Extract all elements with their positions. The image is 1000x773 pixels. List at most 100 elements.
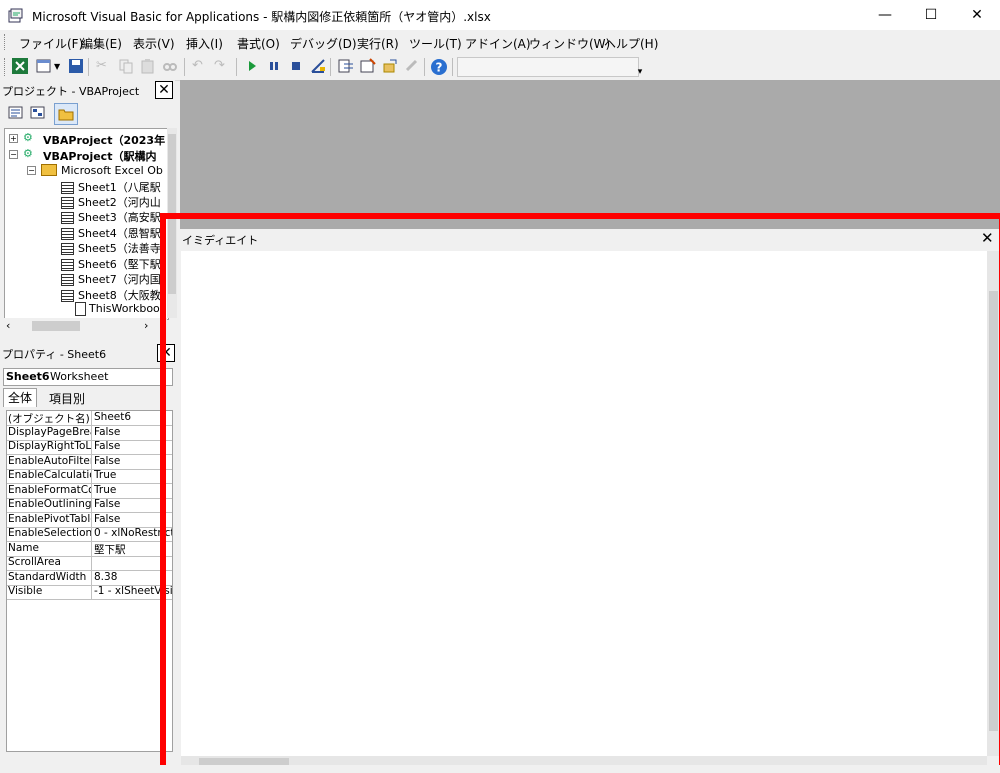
menu-edit[interactable]: 編集(E) [81,35,122,52]
find-icon[interactable] [162,58,178,74]
standard-toolbar: ▼ ✂ ↶ ↷ ? ▾ [0,54,1000,81]
menu-grip[interactable] [4,34,8,50]
property-row[interactable]: (オブジェクト名) Sheet6 [7,411,172,426]
project-panel-close-icon[interactable]: ✕ [155,81,173,99]
redo-icon[interactable]: ↷ [214,58,230,74]
property-row[interactable]: ScrollArea [7,556,172,571]
paste-icon[interactable] [140,58,156,74]
object-selector[interactable]: Sheet6 Worksheet [3,368,173,386]
property-row[interactable]: EnableSelection0 - xlNoRestrictions [7,527,172,542]
menu-window[interactable]: ウィンドウ(W) [529,35,610,52]
dropdown-arrow-icon[interactable]: ▼ [54,62,60,71]
tree-node-sheet7[interactable]: Sheet7（河内国 [61,271,161,286]
vba-project-icon: ⚙ [23,131,33,144]
tree-node-thisworkbook[interactable]: ThisWorkbook [75,302,166,317]
menu-debug[interactable]: デバッグ(D) [290,35,357,52]
property-row[interactable]: StandardWidth 8.38 [7,570,172,586]
property-row[interactable]: Visible-1 - xlSheetVisible [7,585,172,600]
property-name: ScrollArea [8,556,92,570]
properties-window-icon[interactable] [360,58,376,74]
close-button[interactable]: ✕ [954,0,1000,30]
property-row[interactable]: EnablePivotTable False [7,512,172,528]
view-code-icon[interactable] [8,106,24,120]
project-tree-horizontal-scrollbar[interactable]: ‹ › [4,318,167,334]
toolbar-grip[interactable] [4,58,8,76]
worksheet-icon [61,182,74,194]
property-name: EnableOutlining [8,498,92,512]
property-name: Visible [8,585,92,599]
help-icon[interactable]: ? [430,58,447,75]
property-name: EnableSelection [8,527,92,541]
folder-icon [41,164,57,176]
run-icon[interactable] [244,58,260,74]
menu-format[interactable]: 書式(O) [237,35,280,52]
property-row[interactable]: EnableOutlining False [7,498,172,513]
window-title: Microsoft Visual Basic for Applications … [32,10,491,24]
menu-file[interactable]: ファイル(F) [19,35,83,52]
tree-node-sheet1[interactable]: Sheet1（八尾駅 [61,179,161,194]
project-panel-title: プロジェクト - VBAProject [2,85,140,98]
property-row[interactable]: EnableAutoFilter False [7,454,172,470]
object-browser-icon[interactable] [382,58,398,74]
property-name: EnableFormatConditionsCalculation [8,483,92,498]
toolbar-separator [330,58,331,76]
project-tree[interactable]: + ⚙ VBAProject（2023年 − ⚙ VBAProject（駅構内 … [4,128,169,320]
menu-tools[interactable]: ツール(T) [409,35,462,52]
project-explorer-icon[interactable] [338,58,354,74]
tree-node-sheet8[interactable]: Sheet8（大阪教 [61,287,161,302]
property-name: EnableAutoFilter [8,454,92,469]
project-panel-titlebar: プロジェクト - VBAProject ✕ [0,80,175,99]
property-name: DisplayRightToLeft [8,440,92,454]
menu-run[interactable]: 実行(R) [357,35,399,52]
pause-icon[interactable] [266,58,282,74]
tree-node-sheet5[interactable]: Sheet5（法善寺 [61,240,161,255]
excel-icon[interactable] [12,58,28,74]
menu-help[interactable]: ヘルプ(H) [604,35,658,52]
scroll-right-icon[interactable]: › [144,319,148,332]
menu-insert[interactable]: 挿入(I) [186,35,223,52]
tree-node-sheet3[interactable]: Sheet3（高安駅 [61,209,161,224]
view-object-icon[interactable] [30,106,46,120]
property-row[interactable]: DisplayPageBreaksFalse [7,425,172,441]
minimize-button[interactable]: — [862,0,908,30]
worksheet-icon [61,259,74,271]
toolbox-icon[interactable] [404,58,420,74]
properties-grid: (オブジェクト名)Sheet6DisplayPageBreaksFalseDis… [6,410,173,752]
property-row[interactable]: EnableCalculationTrue [7,469,172,484]
workbook-icon [75,302,86,316]
scroll-left-icon[interactable]: ‹ [6,319,10,332]
properties-panel-titlebar: プロパティ - Sheet6 ✕ [0,343,175,362]
tab-categorized[interactable]: 項目別 [45,390,89,408]
toolbar-separator [184,58,185,76]
reset-icon[interactable] [288,58,304,74]
tree-node-sheet2[interactable]: Sheet2（河内山 [61,194,161,209]
properties-tabs: 全体 項目別 [3,388,171,408]
maximize-button[interactable]: ☐ [908,0,954,30]
svg-text:?: ? [436,61,443,75]
menu-addins[interactable]: アドイン(A) [465,35,531,52]
worksheet-icon [61,290,74,302]
toolbar-separator [424,58,425,76]
toggle-folders-icon[interactable] [54,103,78,125]
location-combo[interactable] [457,57,639,77]
tab-alphabetic[interactable]: 全体 [3,388,38,407]
property-row[interactable]: Name 堅下駅 [7,541,172,557]
property-row[interactable]: EnableFormatConditionsCalculationTrue [7,483,172,499]
undo-icon[interactable]: ↶ [192,58,208,74]
tree-node-sheet6[interactable]: Sheet6（堅下駅 [61,256,161,271]
worksheet-icon [61,243,74,255]
copy-icon[interactable] [118,58,134,74]
title-bar: Microsoft Visual Basic for Applications … [0,0,1000,30]
insert-userform-icon[interactable] [36,58,52,74]
property-name: EnablePivotTable [8,512,92,527]
toolbar-options-icon[interactable]: ▾ [634,57,646,77]
design-mode-icon[interactable] [310,58,326,74]
worksheet-icon [61,228,74,240]
tree-node-sheet4[interactable]: Sheet4（恩智駅 [61,225,161,240]
vba-app-icon [8,7,24,23]
save-icon[interactable] [68,58,84,74]
property-row[interactable]: DisplayRightToLeftFalse [7,440,172,455]
menu-view[interactable]: 表示(V) [133,35,175,52]
cut-icon[interactable]: ✂ [96,58,112,74]
status-strip [0,765,1000,773]
